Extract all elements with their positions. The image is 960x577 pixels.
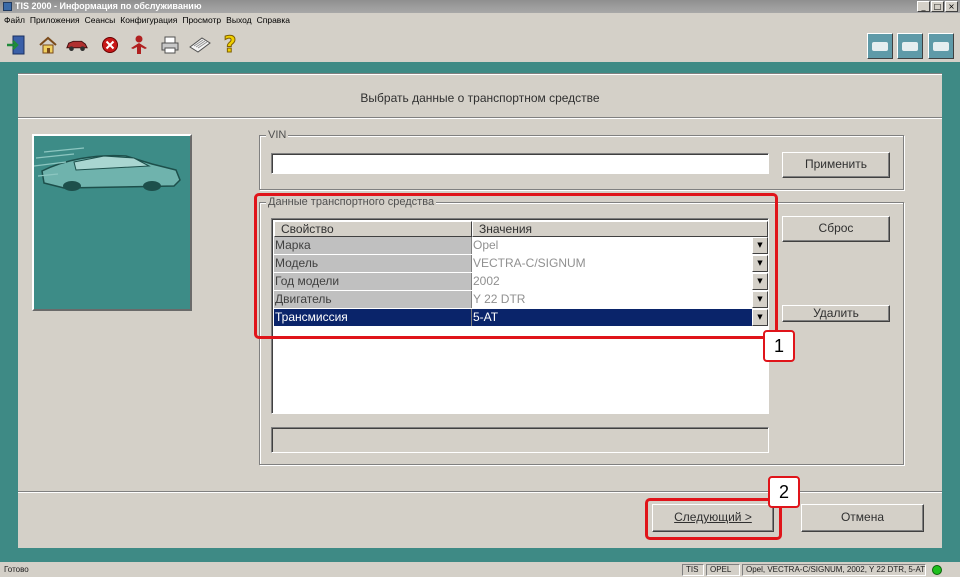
- callout-2: 2: [768, 476, 800, 508]
- vehicle-image: [32, 134, 192, 311]
- status-indicator-icon: [932, 564, 942, 575]
- window-title: TIS 2000 - Информация по обслуживанию: [15, 1, 202, 11]
- status-make: OPEL: [706, 563, 740, 576]
- stop-icon[interactable]: [98, 33, 122, 57]
- menu-applications[interactable]: Приложения: [30, 15, 80, 25]
- diagnostic-tool-icon[interactable]: [867, 33, 893, 59]
- title-bar: TIS 2000 - Информация по обслуживанию _ …: [0, 0, 960, 13]
- service-vehicle-icon[interactable]: [928, 33, 954, 59]
- help-glyph: ?: [223, 32, 237, 58]
- close-button[interactable]: ×: [945, 1, 958, 12]
- app-icon: [3, 2, 12, 11]
- home-icon[interactable]: [36, 33, 60, 57]
- reset-button[interactable]: Сброс: [782, 216, 890, 242]
- vin-label: VIN: [266, 129, 289, 141]
- info-field: [271, 427, 769, 453]
- menu-bar: Файл Приложения Сеансы Конфигурация Прос…: [0, 13, 960, 27]
- vin-input[interactable]: [271, 153, 769, 174]
- status-ready: Готово: [4, 564, 29, 574]
- person-icon[interactable]: [127, 33, 151, 57]
- menu-help[interactable]: Справка: [257, 15, 290, 25]
- delete-button[interactable]: Удалить: [782, 305, 890, 322]
- menu-exit[interactable]: Выход: [226, 15, 251, 25]
- help-icon[interactable]: ?: [218, 32, 242, 58]
- toolbar: ?: [0, 28, 960, 62]
- highlight-box-2: [645, 498, 782, 540]
- menu-file[interactable]: Файл: [4, 15, 25, 25]
- footer-divider: [18, 491, 942, 493]
- exit-door-icon[interactable]: [4, 33, 28, 57]
- status-vehicle: Opel, VECTRA-C/SIGNUM, 2002, Y 22 DTR, 5…: [742, 563, 926, 576]
- callout-1: 1: [763, 330, 795, 362]
- menu-configuration[interactable]: Конфигурация: [120, 15, 177, 25]
- title-divider: [18, 117, 942, 119]
- printer-icon[interactable]: [158, 33, 182, 57]
- page-title: Выбрать данные о транспортном средстве: [360, 91, 600, 105]
- status-app: TIS: [682, 563, 704, 576]
- highlight-box-1: [254, 193, 778, 339]
- top-divider: [18, 73, 942, 75]
- status-bar: Готово TIS OPEL Opel, VECTRA-C/SIGNUM, 2…: [0, 562, 960, 577]
- minimize-button[interactable]: _: [917, 1, 930, 12]
- cancel-button[interactable]: Отмена: [801, 504, 924, 532]
- maximize-button[interactable]: □: [931, 1, 944, 12]
- menu-view[interactable]: Просмотр: [182, 15, 221, 25]
- vehicle-icon[interactable]: [65, 33, 89, 57]
- notebook-icon[interactable]: [188, 33, 212, 57]
- apply-button[interactable]: Применить: [782, 152, 890, 178]
- menu-sessions[interactable]: Сеансы: [85, 15, 116, 25]
- vehicle-data-icon[interactable]: [897, 33, 923, 59]
- window-controls: _ □ ×: [917, 1, 958, 12]
